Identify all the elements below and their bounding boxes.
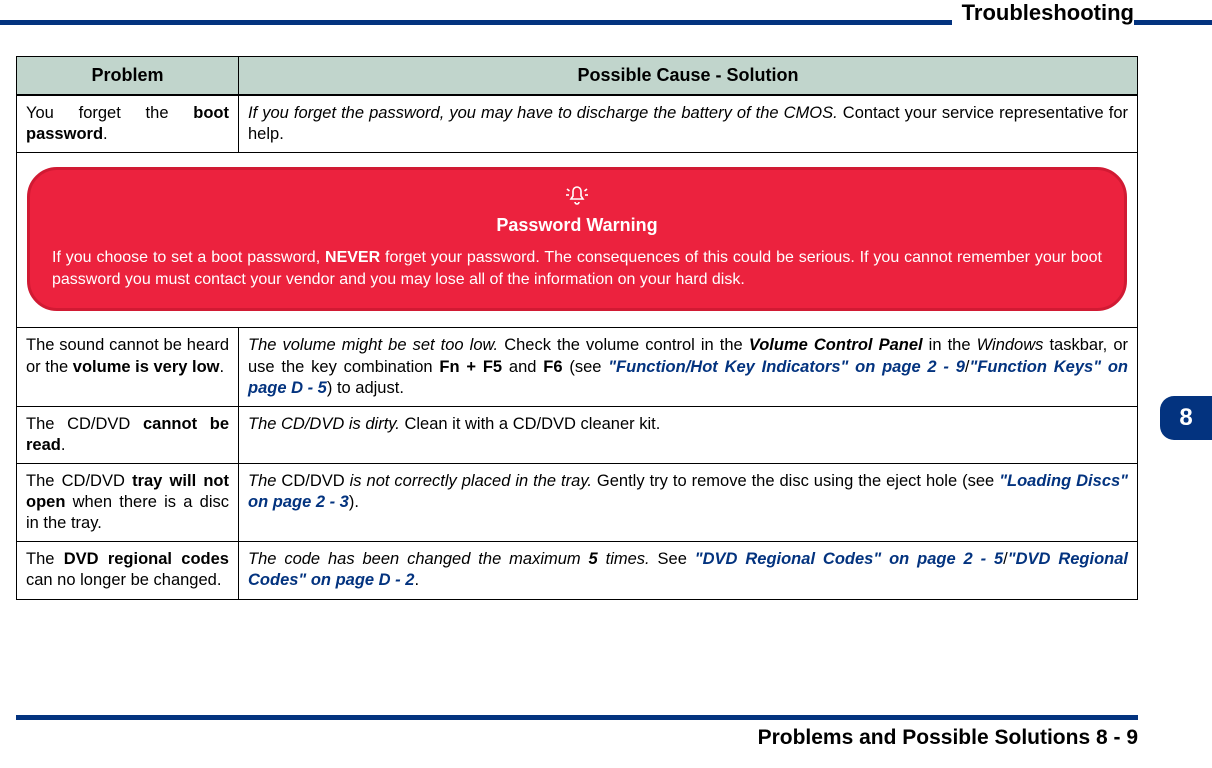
text: in the (923, 336, 977, 354)
warning-body: If you choose to set a boot password, NE… (52, 247, 1102, 290)
warning-title: Password Warning (52, 214, 1102, 237)
text-bold-italic: Volume Control Panel (749, 336, 923, 354)
text-italic: If you forget the password, you may have… (248, 104, 838, 122)
text: You forget the (26, 104, 193, 122)
text-bold: volume is very low (73, 358, 220, 376)
page-title: Troubleshooting (952, 0, 1134, 26)
text-bold-italic: 5 (589, 550, 598, 568)
problem-cell: The DVD regional codes can no longer be … (17, 542, 239, 599)
text: . (61, 436, 66, 454)
page-header: Troubleshooting (0, 0, 1212, 28)
text: (see (563, 358, 609, 376)
solution-cell: The code has been changed the maximum 5 … (239, 542, 1138, 599)
alarm-icon-svg (564, 184, 590, 206)
page-footer: Problems and Possible Solutions 8 - 9 (16, 715, 1138, 750)
text-bold: DVD regional codes (64, 550, 229, 568)
footer-text: Problems and Possible Solutions 8 - 9 (16, 726, 1138, 750)
text: can no longer be changed. (26, 571, 221, 589)
warning-cell: Password Warning If you choose to set a … (17, 153, 1138, 328)
text-bold: F6 (543, 358, 562, 376)
text-italic: The volume might be set too low. (248, 336, 498, 354)
footer-rule (16, 715, 1138, 720)
text: CD/DVD (281, 472, 349, 490)
text: Clean it with a CD/DVD cleaner kit. (400, 415, 660, 433)
text: ) to adjust. (327, 379, 404, 397)
text: . (220, 358, 225, 376)
problem-cell: The CD/DVD tray will not open when there… (17, 463, 239, 541)
text: The CD/DVD (26, 472, 132, 490)
text-italic: is not correctly placed in the tray. (350, 472, 592, 490)
text: and (502, 358, 543, 376)
table-row: The CD/DVD tray will not open when there… (17, 463, 1138, 541)
table-row: The sound cannot be heard or the volume … (17, 328, 1138, 406)
text: . (414, 571, 419, 589)
problem-cell: The CD/DVD cannot be read. (17, 406, 239, 463)
problem-cell: You forget the boot password. (17, 95, 239, 153)
warning-box: Password Warning If you choose to set a … (27, 167, 1127, 311)
chapter-tab: 8 (1160, 396, 1212, 440)
text: Gently try to remove the disc using the … (592, 472, 999, 490)
text: The (26, 550, 64, 568)
text-italic: Windows (977, 336, 1044, 354)
text: Check the volume control in the (498, 336, 749, 354)
col-header-problem: Problem (17, 57, 239, 96)
solution-cell: If you forget the password, you may have… (239, 95, 1138, 153)
troubleshooting-table: Problem Possible Cause - Solution You fo… (16, 56, 1138, 600)
table-row: The CD/DVD cannot be read. The CD/DVD is… (17, 406, 1138, 463)
text: See (650, 550, 695, 568)
text: The CD/DVD (26, 415, 143, 433)
text-italic: The (248, 472, 281, 490)
text: If you choose to set a boot password, (52, 249, 325, 266)
solution-cell: The CD/DVD is dirty. Clean it with a CD/… (239, 406, 1138, 463)
text-italic: The CD/DVD is dirty. (248, 415, 400, 433)
text-italic: times. (598, 550, 650, 568)
text-bold: NEVER (325, 249, 380, 266)
solution-cell: The CD/DVD is not correctly placed in th… (239, 463, 1138, 541)
solution-cell: The volume might be set too low. Check t… (239, 328, 1138, 406)
text-italic: The code has been changed the maximum (248, 550, 589, 568)
table-row: The DVD regional codes can no longer be … (17, 542, 1138, 599)
table-row: You forget the boot password. If you for… (17, 95, 1138, 153)
cross-ref-link[interactable]: "Function/Hot Key Indicators" on page 2 … (608, 358, 965, 376)
text-bold: Fn + F5 (439, 358, 502, 376)
alarm-icon (52, 184, 1102, 210)
text: ). (349, 493, 359, 511)
table-row-warning: Password Warning If you choose to set a … (17, 153, 1138, 328)
problem-cell: The sound cannot be heard or the volume … (17, 328, 239, 406)
col-header-solution: Possible Cause - Solution (239, 57, 1138, 96)
cross-ref-link[interactable]: "DVD Regional Codes" on page 2 - 5 (695, 550, 1003, 568)
text: . (103, 125, 108, 143)
